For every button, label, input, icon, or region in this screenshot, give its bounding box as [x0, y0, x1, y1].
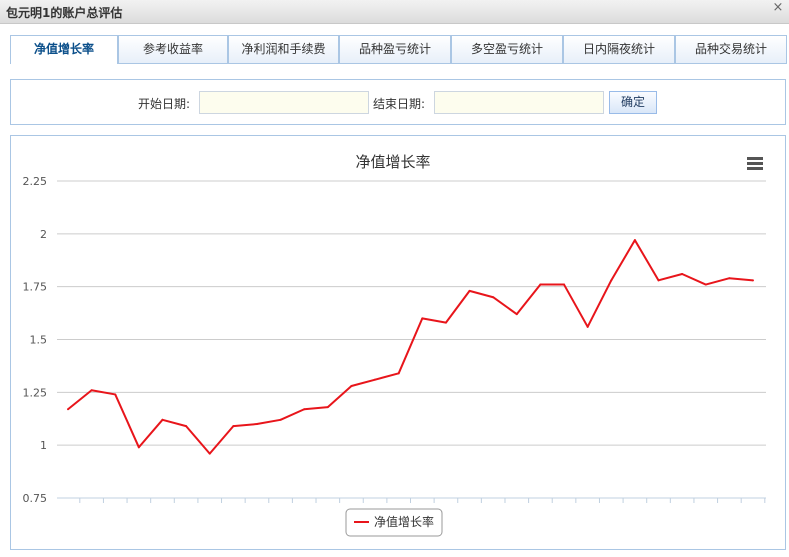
end-date-input[interactable]	[434, 91, 604, 114]
data-point[interactable]	[515, 313, 518, 316]
start-date-input[interactable]	[199, 91, 369, 114]
net-value-growth-chart: 净值增长率 0.75 1 1.25 1.5 1.75 2 2.25 净值增长率	[23, 153, 766, 537]
end-date-label: 结束日期:	[373, 97, 426, 111]
date-filter-panel: 开始日期: 结束日期: 确定	[10, 79, 786, 125]
data-point[interactable]	[633, 239, 636, 242]
legend-label: 净值增长率	[374, 514, 434, 529]
y-tick-label: 2	[40, 228, 47, 241]
series-line-net-value[interactable]	[67, 239, 754, 455]
data-point[interactable]	[208, 452, 211, 455]
y-tick-label: 1	[40, 439, 47, 452]
data-point[interactable]	[303, 408, 306, 411]
data-point[interactable]	[90, 389, 93, 392]
data-point[interactable]	[704, 283, 707, 286]
y-tick-label: 1.5	[30, 334, 48, 347]
data-point[interactable]	[397, 372, 400, 375]
tab-net-value-growth[interactable]: 净值增长率	[10, 35, 118, 64]
chart-series	[67, 239, 754, 455]
data-point[interactable]	[586, 325, 589, 328]
y-tick-label: 0.75	[23, 492, 48, 505]
start-date-label: 开始日期:	[138, 97, 191, 111]
tab-product-pnl[interactable]: 品种盈亏统计	[339, 35, 451, 63]
data-point[interactable]	[681, 272, 684, 275]
y-tick-label: 1.75	[23, 281, 48, 294]
tab-intraday-overnight[interactable]: 日内隔夜统计	[563, 35, 675, 63]
data-point[interactable]	[539, 283, 542, 286]
close-icon[interactable]: ×	[771, 1, 785, 15]
tab-product-trades[interactable]: 品种交易统计	[675, 35, 787, 63]
chart-legend[interactable]: 净值增长率	[345, 508, 443, 537]
data-point[interactable]	[657, 279, 660, 282]
chart-grid	[57, 180, 766, 499]
window-title: 包元明1的账户总评估	[6, 6, 123, 20]
data-point[interactable]	[232, 425, 235, 428]
hamburger-menu-icon[interactable]	[747, 157, 763, 170]
y-tick-label: 2.25	[23, 175, 48, 188]
data-point[interactable]	[374, 378, 377, 381]
data-point[interactable]	[255, 423, 258, 426]
data-point[interactable]	[610, 279, 613, 282]
x-axis	[79, 498, 766, 503]
y-tick-label: 1.25	[23, 386, 48, 399]
account-evaluation-window: 包元明1的账户总评估 × 净值增长率 参考收益率 净利润和手续费 品种盈亏统计 …	[0, 0, 789, 557]
data-point[interactable]	[185, 425, 188, 428]
data-point[interactable]	[752, 279, 754, 282]
tab-long-short-pnl[interactable]: 多空盈亏统计	[451, 35, 563, 63]
window-titlebar: 包元明1的账户总评估 ×	[0, 0, 789, 24]
chart-title: 净值增长率	[355, 153, 430, 171]
data-point[interactable]	[492, 296, 495, 299]
data-point[interactable]	[563, 283, 566, 286]
tab-net-profit-fees[interactable]: 净利润和手续费	[228, 35, 339, 63]
data-point[interactable]	[67, 408, 69, 411]
chart-panel: 净值增长率 0.75 1 1.25 1.5 1.75 2 2.25 净值增长率	[10, 135, 786, 550]
tab-bar: 净值增长率 参考收益率 净利润和手续费 品种盈亏统计 多空盈亏统计 日内隔夜统计…	[10, 35, 787, 64]
data-point[interactable]	[421, 317, 424, 320]
data-point[interactable]	[279, 418, 282, 421]
data-point[interactable]	[728, 277, 731, 280]
y-axis-ticks: 0.75 1 1.25 1.5 1.75 2 2.25	[23, 175, 48, 505]
data-point[interactable]	[114, 393, 117, 396]
data-point[interactable]	[468, 289, 471, 292]
data-point[interactable]	[161, 418, 164, 421]
data-point[interactable]	[326, 406, 329, 409]
tab-reference-return[interactable]: 参考收益率	[118, 35, 228, 63]
data-point[interactable]	[137, 446, 140, 449]
confirm-button[interactable]: 确定	[609, 91, 657, 114]
data-point[interactable]	[350, 384, 353, 387]
data-point[interactable]	[444, 321, 447, 324]
